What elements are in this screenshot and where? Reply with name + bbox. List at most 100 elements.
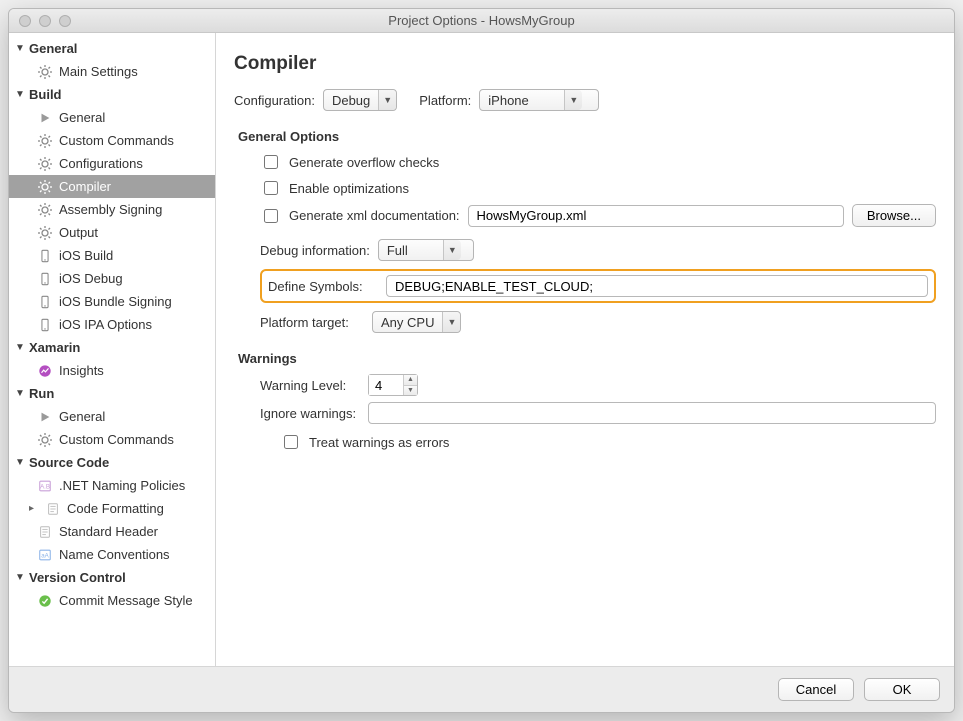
gear-icon [37,64,53,80]
sidebar-section-xamarin[interactable]: ▼ Xamarin [9,336,215,359]
document-icon [45,501,61,517]
sidebar-item-label: Assembly Signing [59,201,162,218]
warnings-title: Warnings [238,351,936,366]
text-icon: A.B [37,478,53,494]
phone-icon [37,294,53,310]
sidebar-item-label: iOS IPA Options [59,316,152,333]
sidebar-item-commit-msg-style[interactable]: Commit Message Style [9,589,215,612]
configuration-value: Debug [324,90,378,110]
sidebar-item-output[interactable]: Output [9,221,215,244]
overflow-checks-checkbox[interactable] [264,155,278,169]
cancel-button[interactable]: Cancel [778,678,854,701]
ok-button[interactable]: OK [864,678,940,701]
sidebar-section-build[interactable]: ▼ Build [9,83,215,106]
debug-info-select[interactable]: Full ▼ [378,239,474,261]
platform-select[interactable]: iPhone ▼ [479,89,599,111]
sidebar-item-custom-commands[interactable]: Custom Commands [9,129,215,152]
platform-target-value: Any CPU [373,312,442,332]
disclosure-triangle-icon: ▼ [15,457,25,468]
platform-label: Platform: [419,93,471,108]
xml-doc-path-input[interactable] [468,205,844,227]
gear-icon [37,432,53,448]
sidebar-item-ios-ipa-options[interactable]: iOS IPA Options [9,313,215,336]
sidebar-item-run-general[interactable]: General [9,405,215,428]
sidebar-item-label: iOS Build [59,247,113,264]
sidebar-section-run[interactable]: ▼ Run [9,382,215,405]
ignore-warnings-label: Ignore warnings: [260,406,360,421]
sidebar-item-insights[interactable]: Insights [9,359,215,382]
sidebar-item-main-settings[interactable]: Main Settings [9,60,215,83]
main-panel: Compiler Configuration: Debug ▼ Platform… [216,33,954,666]
warnings-as-errors-label: Treat warnings as errors [309,435,449,450]
svg-text:aA: aA [41,552,49,559]
phone-icon [37,271,53,287]
project-options-window: Project Options - HowsMyGroup ▼ General … [8,8,955,713]
warning-level-label: Warning Level: [260,378,360,393]
sidebar-section-version-control[interactable]: ▼ Version Control [9,566,215,589]
gear-icon [37,133,53,149]
overflow-checks-label: Generate overflow checks [289,155,439,170]
define-symbols-highlight: Define Symbols: [260,269,936,303]
sidebar-section-general[interactable]: ▼ General [9,37,215,60]
window-title: Project Options - HowsMyGroup [9,13,954,28]
insights-icon [37,363,53,379]
gear-icon [37,179,53,195]
debug-info-value: Full [379,240,443,260]
xml-doc-label: Generate xml documentation: [289,208,460,223]
sidebar-item-ios-debug[interactable]: iOS Debug [9,267,215,290]
define-symbols-input[interactable] [386,275,928,297]
disclosure-triangle-icon: ▼ [15,43,25,54]
xml-doc-checkbox[interactable] [264,209,278,223]
sidebar-item-assembly-signing[interactable]: Assembly Signing [9,198,215,221]
titlebar: Project Options - HowsMyGroup [9,9,954,33]
section-label: Build [29,87,62,102]
warnings-as-errors-checkbox[interactable] [284,435,298,449]
gear-icon [37,225,53,241]
dialog-footer: Cancel OK [9,666,954,712]
section-label: Source Code [29,455,109,470]
ignore-warnings-input[interactable] [368,402,936,424]
sidebar-item-configurations[interactable]: Configurations [9,152,215,175]
warning-level-input[interactable] [369,375,403,395]
step-up-icon[interactable]: ▲ [404,375,417,386]
section-label: Xamarin [29,340,80,355]
chevron-down-icon: ▼ [442,312,460,332]
platform-target-label: Platform target: [260,315,364,330]
sidebar-item-code-formatting[interactable]: ▸ Code Formatting [9,497,215,520]
sidebar-item-label: Code Formatting [67,500,164,517]
sidebar-item-compiler[interactable]: Compiler [9,175,215,198]
chevron-down-icon: ▼ [443,240,461,260]
sidebar-item-label: iOS Debug [59,270,123,287]
svg-text:A.B: A.B [40,483,50,490]
sidebar-item-net-naming-policies[interactable]: A.B .NET Naming Policies [9,474,215,497]
sidebar-item-name-conventions[interactable]: aA Name Conventions [9,543,215,566]
phone-icon [37,248,53,264]
browse-button[interactable]: Browse... [852,204,936,227]
sidebar-item-build-general[interactable]: General [9,106,215,129]
page-title: Compiler [234,53,936,75]
configuration-select[interactable]: Debug ▼ [323,89,397,111]
enable-optimizations-checkbox[interactable] [264,181,278,195]
chevron-down-icon: ▼ [378,90,396,110]
warning-level-stepper[interactable]: ▲▼ [368,374,418,396]
sidebar-item-ios-bundle-signing[interactable]: iOS Bundle Signing [9,290,215,313]
check-circle-icon [37,593,53,609]
chevron-down-icon: ▼ [564,90,582,110]
disclosure-triangle-icon: ▼ [15,342,25,353]
text-icon: aA [37,547,53,563]
sidebar-item-label: Compiler [59,178,111,195]
sidebar-item-label: General [59,408,105,425]
sidebar-item-ios-build[interactable]: iOS Build [9,244,215,267]
define-symbols-label: Define Symbols: [268,279,372,294]
sidebar-item-standard-header[interactable]: Standard Header [9,520,215,543]
section-label: Version Control [29,570,126,585]
disclosure-triangle-icon: ▼ [15,572,25,583]
disclosure-triangle-icon: ▼ [15,388,25,399]
sidebar-item-label: iOS Bundle Signing [59,293,172,310]
platform-value: iPhone [480,90,564,110]
step-down-icon[interactable]: ▼ [404,386,417,396]
sidebar-item-run-custom-commands[interactable]: Custom Commands [9,428,215,451]
sidebar-section-source-code[interactable]: ▼ Source Code [9,451,215,474]
platform-target-select[interactable]: Any CPU ▼ [372,311,461,333]
gear-icon [37,156,53,172]
